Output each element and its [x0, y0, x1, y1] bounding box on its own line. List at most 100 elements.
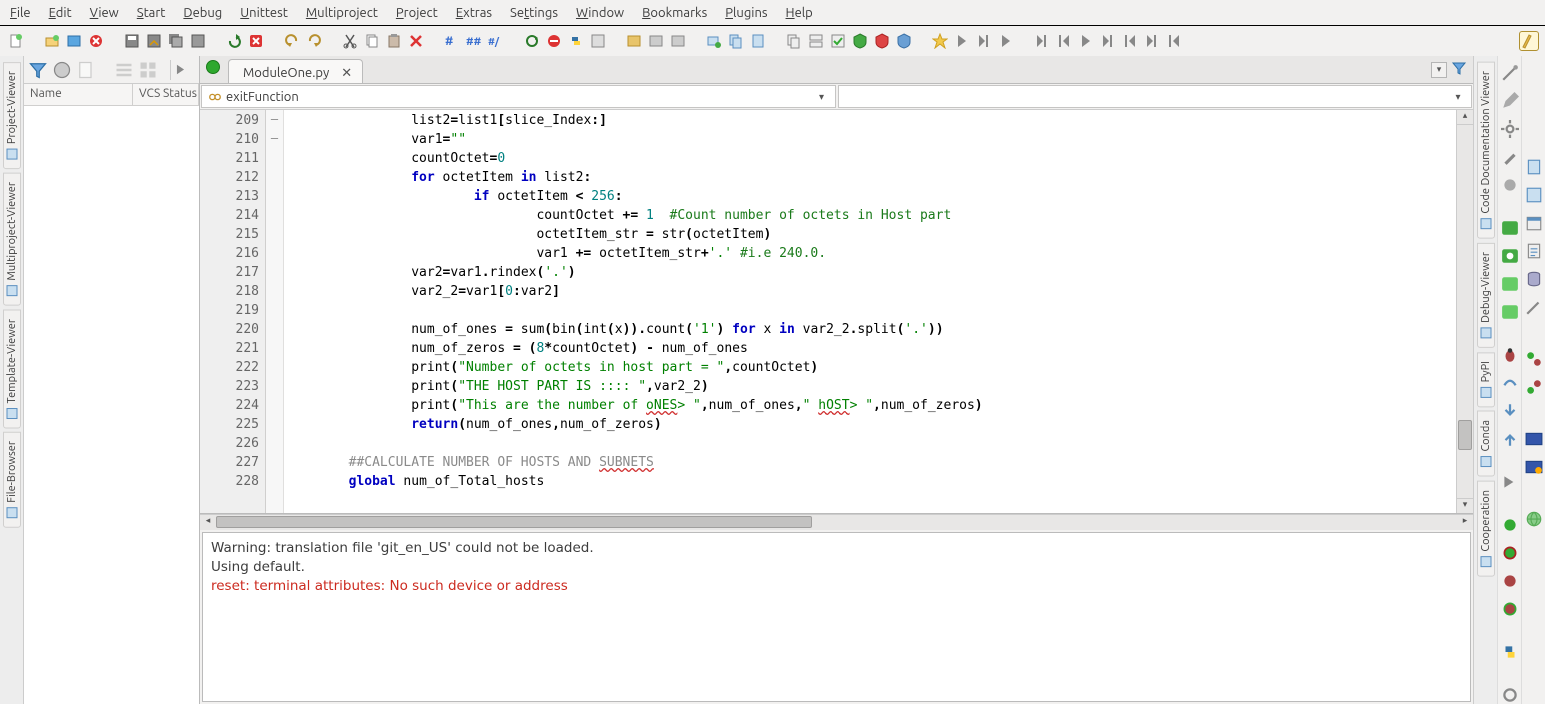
- nav-fwd-button[interactable]: [952, 31, 972, 51]
- right-tab-conda[interactable]: Conda: [1477, 411, 1495, 477]
- scroll-right-icon[interactable]: ▸: [1457, 515, 1473, 530]
- menu-view[interactable]: View: [90, 6, 119, 20]
- filter-tabs-button[interactable]: [1451, 60, 1467, 79]
- redo-arrow-button[interactable]: [304, 31, 324, 51]
- delete-button[interactable]: [406, 31, 426, 51]
- scroll-up-icon[interactable]: ▴: [1457, 110, 1473, 125]
- play-2-button[interactable]: [1076, 31, 1096, 51]
- left-tab-template-viewer[interactable]: Template-Viewer: [3, 310, 21, 429]
- copy-doc-button[interactable]: [784, 31, 804, 51]
- doc-button[interactable]: [76, 60, 96, 80]
- comment-button[interactable]: #: [442, 31, 462, 51]
- play-green-icon[interactable]: [1501, 219, 1519, 237]
- h-scroll-thumb[interactable]: [216, 516, 812, 528]
- python-button[interactable]: [566, 31, 586, 51]
- wand-icon[interactable]: [1501, 64, 1519, 82]
- tab-module-one[interactable]: ModuleOne.py ✕: [228, 59, 363, 83]
- menu-file[interactable]: File: [10, 6, 31, 20]
- menu-edit[interactable]: Edit: [49, 6, 72, 20]
- tasks-icon[interactable]: [1525, 242, 1543, 260]
- menu-multiproject[interactable]: Multiproject: [306, 6, 378, 20]
- stop-button[interactable]: [246, 31, 266, 51]
- open-button[interactable]: [42, 31, 62, 51]
- run-button[interactable]: [64, 31, 84, 51]
- horizontal-scrollbar[interactable]: ◂ ▸: [200, 514, 1473, 530]
- nav-next-2-button[interactable]: [1098, 31, 1118, 51]
- globe-button[interactable]: [52, 60, 72, 80]
- profile-green-icon[interactable]: [1501, 303, 1519, 321]
- menu-debug[interactable]: Debug: [183, 6, 222, 20]
- tool-3-button[interactable]: [668, 31, 688, 51]
- cancel-button[interactable]: [544, 31, 564, 51]
- right-tab-cooperation[interactable]: Cooperation: [1477, 481, 1495, 577]
- paste-button[interactable]: [384, 31, 404, 51]
- undo-arrow-button[interactable]: [282, 31, 302, 51]
- reload-button[interactable]: [522, 31, 542, 51]
- expand-button[interactable]: [170, 60, 190, 80]
- add-box-button[interactable]: [704, 31, 724, 51]
- calendar-icon[interactable]: [1525, 214, 1543, 232]
- right-tab-pypi[interactable]: PyPI: [1477, 352, 1495, 407]
- list-blue-icon[interactable]: [1525, 186, 1543, 204]
- nav-prev-3-button[interactable]: [1164, 31, 1184, 51]
- nav-skip-fwd-button[interactable]: [974, 31, 994, 51]
- step-out-icon[interactable]: [1501, 430, 1519, 448]
- gear-icon[interactable]: [1501, 120, 1519, 138]
- connect-2-icon[interactable]: [1525, 378, 1543, 396]
- pen-icon[interactable]: [1501, 148, 1519, 166]
- play-button[interactable]: [996, 31, 1016, 51]
- globe-icon[interactable]: [1525, 510, 1543, 528]
- left-tab-file-browser[interactable]: File-Browser: [3, 432, 21, 528]
- breakpoint-4-icon[interactable]: [1501, 600, 1519, 618]
- scope-combo[interactable]: exitFunction ▾: [201, 85, 836, 108]
- menu-project[interactable]: Project: [396, 6, 438, 20]
- grid-button[interactable]: [138, 60, 158, 80]
- stream-comment-button[interactable]: #/: [486, 31, 506, 51]
- nav-prev-button[interactable]: [1054, 31, 1074, 51]
- menu-extras[interactable]: Extras: [456, 6, 492, 20]
- scroll-left-icon[interactable]: ◂: [200, 515, 216, 530]
- save-copy-button[interactable]: [188, 31, 208, 51]
- coverage-green-icon[interactable]: [1501, 275, 1519, 293]
- tool-1-button[interactable]: [624, 31, 644, 51]
- undo-button[interactable]: [224, 31, 244, 51]
- menu-unittest[interactable]: Unittest: [240, 6, 288, 20]
- module-button[interactable]: [588, 31, 608, 51]
- doc-stack-button[interactable]: [726, 31, 746, 51]
- terminal-blue-icon[interactable]: [1525, 430, 1543, 448]
- wand-2-icon[interactable]: [1525, 298, 1543, 316]
- menu-settings[interactable]: Settings: [510, 6, 558, 20]
- scope-combo-2[interactable]: ▾: [838, 85, 1473, 108]
- doc-blue-icon[interactable]: [1525, 158, 1543, 176]
- connect-green-icon[interactable]: [1525, 350, 1543, 368]
- nav-prev-2-button[interactable]: [1120, 31, 1140, 51]
- menu-window[interactable]: Window: [576, 6, 624, 20]
- step-into-icon[interactable]: [1501, 402, 1519, 420]
- tab-list-dropdown[interactable]: ▾: [1431, 62, 1447, 78]
- shield-blue-button[interactable]: [894, 31, 914, 51]
- menu-plugins[interactable]: Plugins: [725, 6, 767, 20]
- nav-next-3-button[interactable]: [1142, 31, 1162, 51]
- shield-red-button[interactable]: [872, 31, 892, 51]
- tool-2-button[interactable]: [646, 31, 666, 51]
- list-button[interactable]: [114, 60, 134, 80]
- right-tab-debug-viewer[interactable]: Debug-Viewer: [1477, 243, 1495, 348]
- edit-icon[interactable]: [1501, 92, 1519, 110]
- column-name[interactable]: Name: [24, 84, 133, 105]
- save-all-button[interactable]: [166, 31, 186, 51]
- left-tab-project-viewer[interactable]: Project-Viewer: [3, 62, 21, 169]
- accept-button[interactable]: [828, 31, 848, 51]
- cut-button[interactable]: [340, 31, 360, 51]
- breakpoint-2-icon[interactable]: [1501, 544, 1519, 562]
- code-area[interactable]: list2=list1[slice_Index:] var1="" countO…: [284, 110, 1456, 513]
- menu-start[interactable]: Start: [137, 6, 166, 20]
- save-button[interactable]: [122, 31, 142, 51]
- output-console[interactable]: Warning: translation file 'git_en_US' co…: [202, 532, 1471, 702]
- reload-2-icon[interactable]: [1501, 686, 1519, 704]
- scroll-thumb[interactable]: [1458, 420, 1472, 450]
- star-button[interactable]: [930, 31, 950, 51]
- nav-next-button[interactable]: [1032, 31, 1052, 51]
- close-button[interactable]: [86, 31, 106, 51]
- continue-icon[interactable]: [1501, 473, 1519, 491]
- stack-doc-button[interactable]: [806, 31, 826, 51]
